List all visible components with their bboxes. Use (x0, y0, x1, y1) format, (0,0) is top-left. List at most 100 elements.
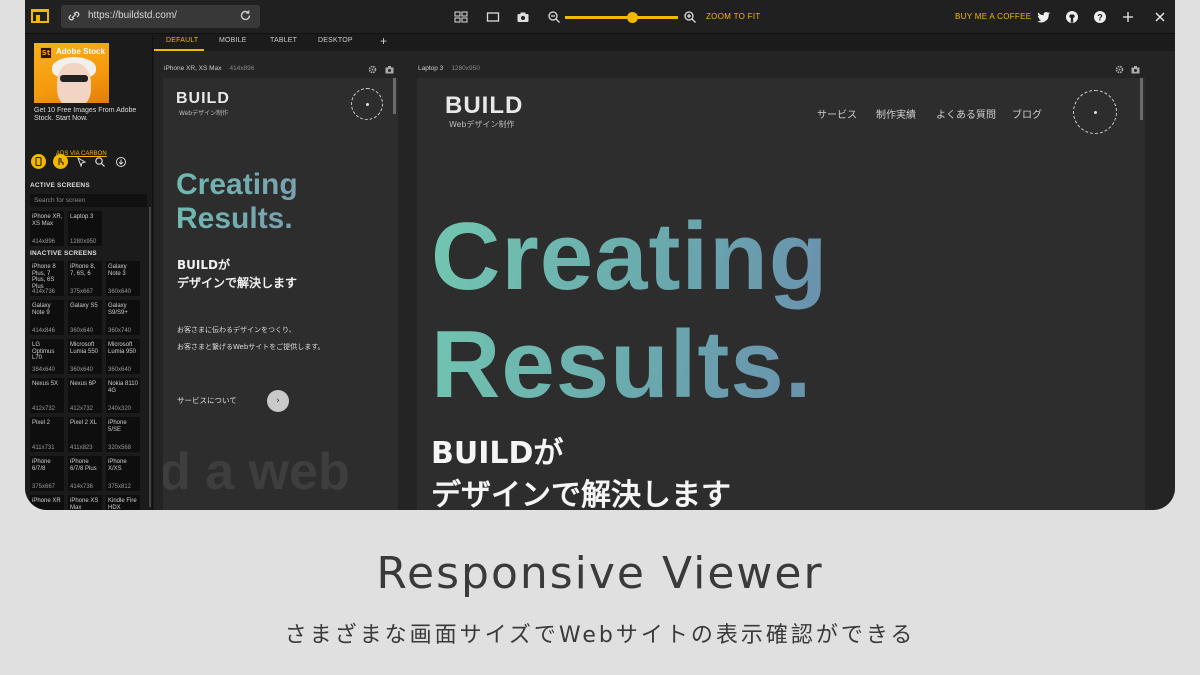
nav-item-blog[interactable]: ブログ (1012, 106, 1042, 121)
screen-size: 360x740 (108, 327, 132, 334)
screen-name: iPhone XR (32, 498, 61, 504)
hero-body-line: お客さまと繋げるWebサイトをご提供します。 (177, 343, 325, 351)
cursor-icon[interactable] (76, 156, 88, 168)
inactive-screen-tile[interactable]: iPhone 6/7/8 Plus 414x736 (68, 456, 102, 491)
inactive-screen-tile[interactable]: Microsoft Lumia 950 360x640 (106, 339, 140, 374)
services-link[interactable]: サービスについて (177, 395, 237, 406)
screen-size: 320x568 (108, 444, 132, 451)
hero-title: Creating Results. (176, 168, 298, 236)
zoom-in-icon[interactable] (683, 10, 697, 24)
screen-name: iPhone 8 Plus, 7 Plus, 6S Plus (32, 264, 56, 290)
site-logo[interactable]: BUILD (445, 92, 523, 120)
add-tab-button[interactable]: + (380, 34, 387, 48)
inactive-screen-tile[interactable]: iPhone 8, 7, 6S, 6 375x667 (68, 261, 102, 296)
active-screen-tile[interactable]: iPhone XR, XS Max 414x896 (30, 211, 64, 246)
inactive-screen-tile[interactable]: iPhone XR (30, 495, 64, 510)
screen-size: 411x731 (32, 444, 55, 451)
mobile-preview-frame[interactable]: BUILD Webデザイン制作 Creating Results. BUILDが… (163, 78, 398, 510)
zoom-slider[interactable] (565, 16, 678, 19)
inactive-screen-tile[interactable]: Nexus 5X 412x732 (30, 378, 64, 413)
laptop-preview-scrollbar[interactable] (1140, 78, 1143, 120)
screen-size: 1280x950 (70, 238, 97, 245)
tab-tablet[interactable]: TABLET (270, 37, 297, 44)
reload-icon[interactable] (239, 9, 252, 22)
camera-icon[interactable] (516, 10, 530, 24)
inactive-screen-tile[interactable]: iPhone 8 Plus, 7 Plus, 6S Plus 414x736 (30, 261, 64, 296)
nav-item-faq[interactable]: よくある質問 (936, 106, 996, 121)
inactive-screen-tile[interactable]: iPhone X/XS 375x812 (106, 456, 140, 491)
screen-name: Microsoft Lumia 550 (70, 342, 99, 355)
inactive-screen-tile[interactable]: iPhone 6/7/8 375x667 (30, 456, 64, 491)
screen-name: iPhone 6/7/8 (32, 459, 51, 472)
circle-badge-icon (1073, 90, 1117, 134)
inactive-screen-tile[interactable]: Nexus 6P 412x732 (68, 378, 102, 413)
screen-search-input[interactable] (30, 194, 147, 207)
screen-size: 412x732 (32, 405, 56, 412)
ad-brand: Adobe Stock (56, 47, 105, 56)
screenshot-icon[interactable] (1131, 65, 1140, 74)
inactive-screen-tile[interactable]: LG Optimus L70 384x640 (30, 339, 64, 374)
screenshot-icon[interactable] (385, 65, 394, 74)
screen-name: iPhone XS Max (70, 498, 99, 510)
hero-subtitle-line: デザインで解決します (177, 276, 298, 290)
github-icon[interactable] (1065, 10, 1079, 24)
inactive-screen-tile[interactable]: Microsoft Lumia 550 360x640 (68, 339, 102, 374)
add-icon[interactable] (1121, 10, 1135, 24)
site-logo-subtitle: Webデザイン制作 (449, 120, 515, 129)
url-bar[interactable]: https://buildstd.com/ (61, 5, 260, 28)
download-icon[interactable] (115, 156, 127, 168)
settings-icon[interactable] (1115, 65, 1124, 74)
grid-layout-icon[interactable] (454, 10, 468, 24)
screen-size: 360x640 (70, 366, 94, 373)
viewport-area: iPhone XR, XS Max 414x896 Laptop 3 1280x95… (154, 51, 1175, 510)
inactive-screen-tile[interactable]: Galaxy S5 360x640 (68, 300, 102, 335)
close-icon[interactable] (1153, 10, 1167, 24)
nav-item-works[interactable]: 制作実績 (876, 106, 916, 121)
tab-mobile[interactable]: MOBILE (219, 37, 247, 44)
inactive-screen-tile[interactable]: Nokia 8110 4G 240x320 (106, 378, 140, 413)
buy-me-a-coffee-link[interactable]: BUY ME A COFFEE (955, 12, 1031, 21)
inactive-screen-tile[interactable]: iPhone XS Max (68, 495, 102, 510)
active-screen-tile[interactable]: Laptop 3 1280x950 (68, 211, 102, 246)
mobile-preview-scrollbar[interactable] (393, 78, 396, 114)
tab-desktop[interactable]: DESKTOP (318, 37, 353, 44)
inactive-screen-tile[interactable]: Kindle Fire HDX (106, 495, 140, 510)
search-icon[interactable] (94, 156, 106, 168)
hero-body-line: お客さまに伝わるデザインをつくり、 (177, 326, 296, 334)
laptop-preview-frame[interactable]: BUILD Webデザイン制作 サービス 制作実績 よくある質問 ブログ Cre… (417, 78, 1145, 510)
inactive-screen-tile[interactable]: Galaxy Note 9 414x846 (30, 300, 64, 335)
zoom-to-fit-button[interactable]: ZOOM TO FIT (706, 12, 761, 21)
window-icon[interactable] (486, 10, 500, 24)
inactive-screen-tile[interactable]: Galaxy S9/S9+ 360x740 (106, 300, 140, 335)
sidebar-scrollbar[interactable] (149, 207, 151, 507)
settings-icon[interactable] (368, 65, 377, 74)
ad-image[interactable]: St Adobe Stock (34, 43, 109, 103)
device-size: 414x896 (229, 65, 255, 72)
screen-name: Nokia 8110 4G (108, 381, 138, 394)
mobile-device-icon[interactable] (31, 154, 46, 169)
tabs-bar: DEFAULT MOBILE TABLET DESKTOP + (154, 34, 1175, 51)
help-icon[interactable]: ? (1093, 10, 1107, 24)
screen-size: 412x732 (70, 405, 94, 412)
app-logo-icon[interactable] (31, 9, 49, 23)
inactive-screen-tile[interactable]: Galaxy Note 3 360x640 (106, 261, 140, 296)
arrow-right-icon[interactable]: › (267, 390, 289, 412)
inactive-screen-tile[interactable]: Pixel 2 XL 411x823 (68, 417, 102, 452)
inactive-screen-tile[interactable]: iPhone 5/SE 320x568 (106, 417, 140, 452)
inactive-screen-tile[interactable]: Pixel 2 411x731 (30, 417, 64, 452)
zoom-out-icon[interactable] (547, 10, 561, 24)
ad-banner[interactable]: St Adobe Stock Get 10 Free Images From A… (31, 41, 149, 146)
screen-name: Microsoft Lumia 950 (108, 342, 137, 355)
zoom-slider-handle[interactable] (627, 12, 639, 23)
tab-default[interactable]: DEFAULT (166, 37, 198, 44)
twitter-icon[interactable] (1037, 10, 1051, 24)
screen-name: iPhone 5/SE (108, 420, 127, 433)
site-logo[interactable]: BUILD (176, 90, 230, 108)
screen-size: 411x823 (70, 444, 93, 451)
screen-size: 414x736 (32, 288, 56, 295)
nav-item-services[interactable]: サービス (817, 106, 857, 121)
touch-icon[interactable] (53, 154, 68, 169)
ad-text[interactable]: Get 10 Free Images From Adobe Stock. Sta… (34, 107, 146, 123)
screen-name: iPhone X/XS (108, 459, 127, 472)
screen-size: 360x640 (70, 327, 94, 334)
